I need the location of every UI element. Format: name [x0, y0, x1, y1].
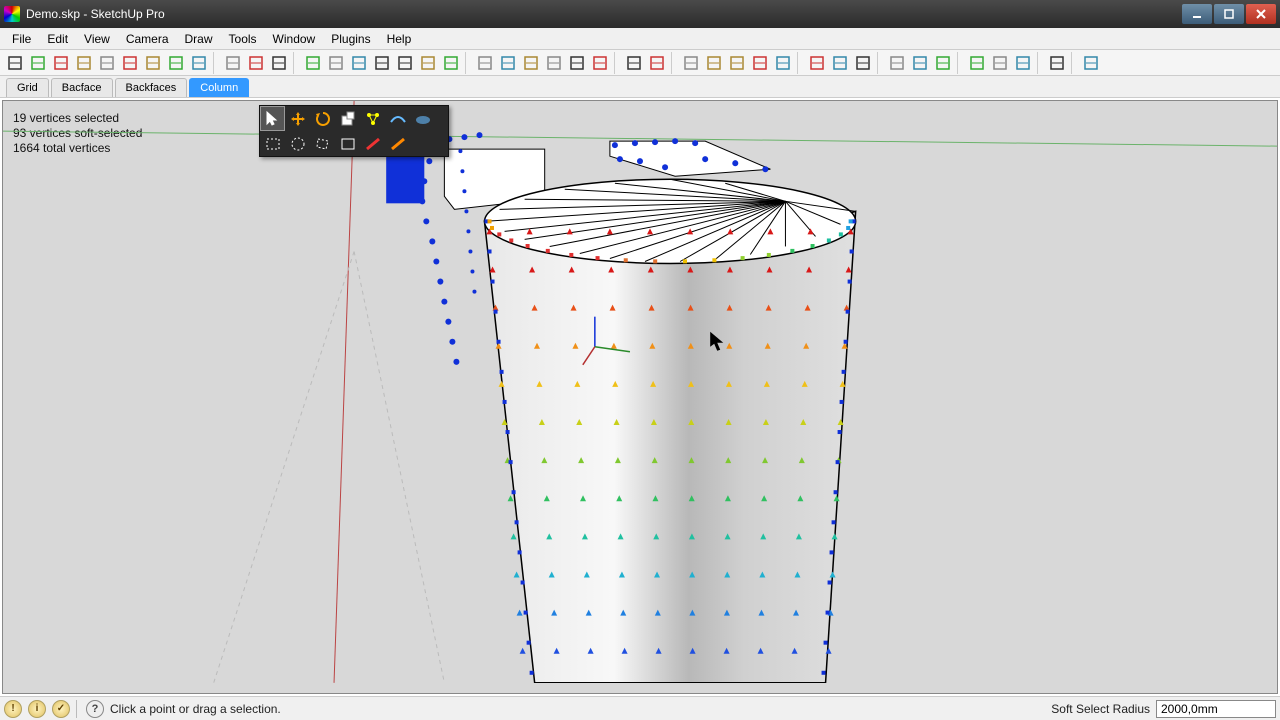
- sand3-icon[interactable]: [726, 52, 748, 74]
- menu-file[interactable]: File: [4, 30, 39, 48]
- marquee-icon[interactable]: [966, 52, 988, 74]
- right-icon[interactable]: [348, 52, 370, 74]
- top-icon[interactable]: [371, 52, 393, 74]
- dashed-icon[interactable]: [989, 52, 1011, 74]
- close-button[interactable]: [1246, 4, 1276, 24]
- follow-icon[interactable]: [852, 52, 874, 74]
- marquee-rect-icon[interactable]: [261, 132, 284, 155]
- smooth-icon[interactable]: [386, 107, 409, 130]
- select-icon[interactable]: [261, 107, 284, 130]
- marquee-circle-icon[interactable]: [286, 132, 309, 155]
- door-icon[interactable]: [589, 52, 611, 74]
- section-front-icon[interactable]: [245, 52, 267, 74]
- menu-plugins[interactable]: Plugins: [323, 30, 378, 48]
- status-hint: Click a point or drag a selection.: [110, 702, 1045, 716]
- front-icon[interactable]: [325, 52, 347, 74]
- marquee-edge-icon[interactable]: [336, 132, 359, 155]
- deform-red-icon[interactable]: [361, 132, 384, 155]
- menu-view[interactable]: View: [76, 30, 118, 48]
- statusbar: ! i ✓ ? Click a point or drag a selectio…: [0, 696, 1280, 720]
- push-icon[interactable]: [806, 52, 828, 74]
- main-toolbar: [0, 50, 1280, 76]
- left-icon[interactable]: [417, 52, 439, 74]
- scale-icon[interactable]: [336, 107, 359, 130]
- menu-tools[interactable]: Tools: [221, 30, 265, 48]
- axes-icon[interactable]: [188, 52, 210, 74]
- marquee-poly-icon[interactable]: [311, 132, 334, 155]
- house-icon[interactable]: [520, 52, 542, 74]
- back-icon[interactable]: [394, 52, 416, 74]
- sand1-icon[interactable]: [680, 52, 702, 74]
- menu-draw[interactable]: Draw: [177, 30, 221, 48]
- deform-orange-icon[interactable]: [386, 132, 409, 155]
- scene-tab[interactable]: Column: [189, 78, 249, 97]
- component-icon[interactable]: [474, 52, 496, 74]
- vertex-icon[interactable]: [361, 107, 384, 130]
- eye-icon[interactable]: [50, 52, 72, 74]
- triangle-icon[interactable]: [1080, 52, 1102, 74]
- dotted-icon[interactable]: [1012, 52, 1034, 74]
- section-back-icon[interactable]: [268, 52, 290, 74]
- solid2-icon[interactable]: [909, 52, 931, 74]
- menu-edit[interactable]: Edit: [39, 30, 76, 48]
- sand2-icon[interactable]: [703, 52, 725, 74]
- rotate-icon[interactable]: [311, 107, 334, 130]
- move-icon[interactable]: [286, 107, 309, 130]
- label-icon[interactable]: [142, 52, 164, 74]
- solid3-icon[interactable]: [932, 52, 954, 74]
- pencil-icon[interactable]: [1046, 52, 1068, 74]
- vcb-input[interactable]: 2000,0mm: [1156, 700, 1276, 718]
- section-icon[interactable]: [222, 52, 244, 74]
- solid1-icon[interactable]: [886, 52, 908, 74]
- wood2-icon[interactable]: [646, 52, 668, 74]
- iso-icon[interactable]: [302, 52, 324, 74]
- scene-tab[interactable]: Backfaces: [115, 78, 188, 97]
- vertex-tools-toolbar[interactable]: [259, 105, 449, 157]
- status-icon[interactable]: !: [4, 700, 22, 718]
- wood1-icon[interactable]: [623, 52, 645, 74]
- titlebar: Demo.skp - SketchUp Pro: [0, 0, 1280, 28]
- roof-icon[interactable]: [566, 52, 588, 74]
- tape-icon[interactable]: [73, 52, 95, 74]
- sand4-icon[interactable]: [749, 52, 771, 74]
- menubar: FileEditViewCameraDrawToolsWindowPlugins…: [0, 28, 1280, 50]
- scene-tab[interactable]: Bacface: [51, 78, 113, 97]
- minimize-button[interactable]: [1182, 4, 1212, 24]
- protractor-icon[interactable]: [165, 52, 187, 74]
- user-icon[interactable]: [4, 52, 26, 74]
- viewport[interactable]: 19 vertices selected 93 vertices soft-se…: [2, 100, 1278, 694]
- help-icon[interactable]: ?: [86, 700, 104, 718]
- maximize-button[interactable]: [1214, 4, 1244, 24]
- status-icon[interactable]: ✓: [52, 700, 70, 718]
- soft-icon[interactable]: [411, 107, 434, 130]
- model-canvas[interactable]: [3, 101, 1277, 683]
- window-icon[interactable]: [543, 52, 565, 74]
- bottom-icon[interactable]: [440, 52, 462, 74]
- menu-camera[interactable]: Camera: [118, 30, 177, 48]
- status-icon[interactable]: i: [28, 700, 46, 718]
- scene-tab[interactable]: Grid: [6, 78, 49, 97]
- app-icon: [4, 6, 20, 22]
- dimension-icon[interactable]: [96, 52, 118, 74]
- offset-icon[interactable]: [829, 52, 851, 74]
- scene-tabs: GridBacfaceBackfacesColumn: [0, 76, 1280, 98]
- text-icon[interactable]: [119, 52, 141, 74]
- window-title: Demo.skp - SketchUp Pro: [26, 7, 1182, 21]
- menu-window[interactable]: Window: [265, 30, 324, 48]
- group-icon[interactable]: [497, 52, 519, 74]
- sand5-icon[interactable]: [772, 52, 794, 74]
- walk-icon[interactable]: [27, 52, 49, 74]
- menu-help[interactable]: Help: [379, 30, 420, 48]
- vcb-label: Soft Select Radius: [1051, 702, 1150, 716]
